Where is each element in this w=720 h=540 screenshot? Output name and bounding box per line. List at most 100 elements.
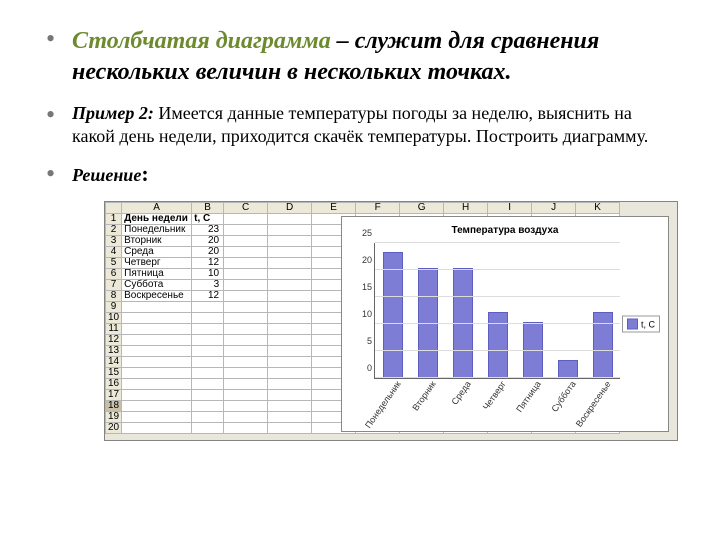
bar-slot: Суббота bbox=[550, 243, 585, 378]
bar-slot: Понедельник bbox=[375, 243, 410, 378]
cell bbox=[192, 324, 224, 335]
cell bbox=[268, 324, 312, 335]
bar-slot: Пятница bbox=[515, 243, 550, 378]
y-tick-label: 10 bbox=[354, 309, 375, 319]
example-label: Пример 2: bbox=[72, 103, 154, 123]
cell bbox=[224, 258, 268, 269]
cell bbox=[224, 390, 268, 401]
cell bbox=[268, 412, 312, 423]
cell bbox=[224, 324, 268, 335]
col-H: H bbox=[444, 203, 488, 214]
row-header: 5 bbox=[106, 258, 122, 269]
cell bbox=[192, 401, 224, 412]
col-G: G bbox=[400, 203, 444, 214]
row-header: 6 bbox=[106, 269, 122, 280]
cell bbox=[224, 379, 268, 390]
cell bbox=[268, 236, 312, 247]
cell bbox=[268, 357, 312, 368]
cell bbox=[192, 357, 224, 368]
x-tick-label: Четверг bbox=[479, 378, 508, 412]
cell bbox=[192, 346, 224, 357]
col-I: I bbox=[488, 203, 532, 214]
row-header: 4 bbox=[106, 247, 122, 258]
bar bbox=[558, 360, 578, 378]
solution-colon: : bbox=[141, 161, 148, 186]
row-header: 9 bbox=[106, 302, 122, 313]
col-E: E bbox=[312, 203, 356, 214]
row-header: 19 bbox=[106, 412, 122, 423]
cell bbox=[192, 302, 224, 313]
cell bbox=[268, 280, 312, 291]
col-F: F bbox=[356, 203, 400, 214]
legend-label: t, C bbox=[641, 319, 655, 329]
corner-cell bbox=[106, 203, 122, 214]
chart-title: Температура воздуха bbox=[348, 225, 662, 236]
cell: Понедельник bbox=[122, 225, 192, 236]
row-header: 14 bbox=[106, 357, 122, 368]
bar bbox=[383, 252, 403, 378]
col-B: B bbox=[192, 203, 224, 214]
bullet-definition: Столбчатая диаграмма – служит для сравне… bbox=[46, 26, 674, 88]
definition-term: Столбчатая диаграмма bbox=[72, 28, 331, 54]
cell bbox=[122, 335, 192, 346]
row-header: 17 bbox=[106, 390, 122, 401]
cell bbox=[268, 225, 312, 236]
cell: 12 bbox=[192, 258, 224, 269]
cell bbox=[224, 247, 268, 258]
x-tick-label: Пятница bbox=[512, 378, 542, 414]
example-text: Имеется данные температуры погоды за нед… bbox=[72, 103, 648, 146]
row-header: 1 bbox=[106, 214, 122, 225]
bullet-list: Столбчатая диаграмма – служит для сравне… bbox=[46, 26, 674, 187]
cell bbox=[192, 423, 224, 434]
bar-slot: Воскресенье bbox=[585, 243, 620, 378]
cell: Суббота bbox=[122, 280, 192, 291]
cell bbox=[192, 412, 224, 423]
cell bbox=[192, 335, 224, 346]
cell bbox=[224, 225, 268, 236]
cell bbox=[224, 412, 268, 423]
x-tick-label: Вторник bbox=[408, 378, 437, 412]
row-header: 3 bbox=[106, 236, 122, 247]
cell bbox=[224, 280, 268, 291]
cell bbox=[122, 357, 192, 368]
grid-line bbox=[375, 350, 620, 351]
cell bbox=[224, 313, 268, 324]
cell bbox=[268, 335, 312, 346]
col-K: K bbox=[576, 203, 620, 214]
row-header: 13 bbox=[106, 346, 122, 357]
row-header: 7 bbox=[106, 280, 122, 291]
cell bbox=[192, 368, 224, 379]
cell bbox=[224, 214, 268, 225]
cell bbox=[268, 423, 312, 434]
cell bbox=[192, 390, 224, 401]
cell bbox=[268, 214, 312, 225]
cell: Вторник bbox=[122, 236, 192, 247]
cell bbox=[268, 401, 312, 412]
cell bbox=[122, 390, 192, 401]
bar-slot: Четверг bbox=[480, 243, 515, 378]
cell: День недели bbox=[122, 214, 192, 225]
bullet-solution: Решение: bbox=[46, 161, 674, 187]
cell bbox=[224, 368, 268, 379]
solution-label: Решение bbox=[72, 165, 141, 185]
row-header: 2 bbox=[106, 225, 122, 236]
cell: 3 bbox=[192, 280, 224, 291]
row-header: 20 bbox=[106, 423, 122, 434]
col-D: D bbox=[268, 203, 312, 214]
grid-line bbox=[375, 269, 620, 270]
row-header: 15 bbox=[106, 368, 122, 379]
row-header: 16 bbox=[106, 379, 122, 390]
chart-legend: t, C bbox=[622, 316, 660, 333]
col-header-row: A B C D E F G H I J K bbox=[106, 203, 620, 214]
grid-line bbox=[375, 377, 620, 378]
cell: 10 bbox=[192, 269, 224, 280]
chart-plot-area: ПонедельникВторникСредаЧетвергПятницаСуб… bbox=[374, 243, 620, 379]
y-tick-label: 20 bbox=[354, 255, 375, 265]
legend-swatch bbox=[627, 319, 638, 330]
cell bbox=[122, 379, 192, 390]
cell: t, C bbox=[192, 214, 224, 225]
cell: Среда bbox=[122, 247, 192, 258]
x-tick-label: Понедельник bbox=[361, 378, 402, 430]
col-C: C bbox=[224, 203, 268, 214]
cell: 12 bbox=[192, 291, 224, 302]
